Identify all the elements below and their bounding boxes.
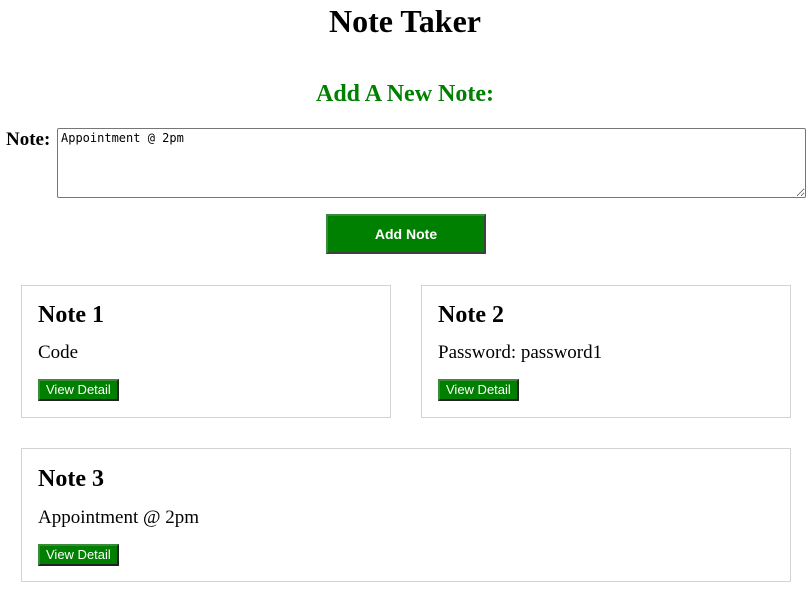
view-detail-button[interactable]: View Detail	[438, 379, 519, 401]
view-detail-button[interactable]: View Detail	[38, 544, 119, 566]
view-detail-button[interactable]: View Detail	[38, 379, 119, 401]
page: Note Taker Add A New Note: Note: Add Not…	[0, 0, 810, 595]
note-title: Note 2	[438, 302, 504, 328]
note-input[interactable]	[57, 128, 806, 198]
note-card: Note 2 Password: password1 View Detail	[421, 285, 791, 418]
note-card: Note 3 Appointment @ 2pm View Detail	[21, 448, 791, 582]
note-card: Note 1 Code View Detail	[21, 285, 391, 418]
note-label: Note:	[6, 129, 51, 150]
note-title: Note 1	[38, 302, 104, 328]
add-note-button[interactable]: Add Note	[326, 214, 486, 254]
note-text: Appointment @ 2pm	[38, 507, 200, 528]
page-title: Note Taker	[329, 3, 481, 39]
add-note-heading: Add A New Note:	[316, 81, 494, 107]
note-title: Note 3	[38, 466, 104, 492]
note-text: Password: password1	[438, 342, 603, 363]
note-text: Code	[38, 342, 79, 363]
